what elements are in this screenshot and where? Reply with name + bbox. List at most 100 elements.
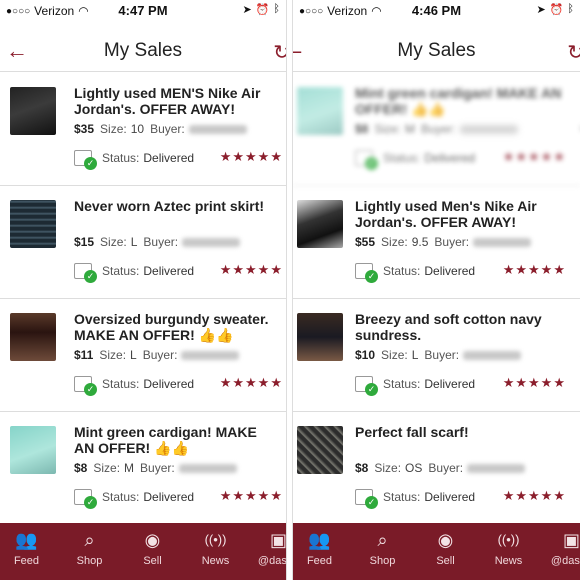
check-icon: ✓ <box>365 383 378 396</box>
rating-stars: ★★★★★ <box>219 488 283 503</box>
location-icon: ➤ <box>242 4 252 16</box>
item-price: $8 <box>355 122 369 136</box>
sale-list-item[interactable]: Perfect fall scarf! $8 Size: OS Buyer: ✓ Statu… <box>293 412 580 525</box>
item-photo[interactable] <box>297 200 343 248</box>
sale-list-item[interactable]: Breezy and soft cotton navy sundress. $10… <box>293 299 580 412</box>
buyer-name-redacted <box>467 464 526 474</box>
status-value: Delivered <box>143 264 195 278</box>
buyer-label: Buyer: <box>421 122 456 136</box>
buyer-label: Buyer: <box>428 461 464 475</box>
buyer-name-redacted <box>181 351 240 361</box>
tab-label: Sell <box>436 555 455 567</box>
right-phone-screen: ●○○○ Verizon ◠ 4:46 PM ➤ ⏰ ᛒ – My Sales … <box>293 0 580 580</box>
nav-bar: – My Sales ↻ <box>293 32 580 72</box>
item-status: ✓ Status: Delivered <box>74 150 195 170</box>
sale-list-item[interactable]: Mint green cardigan! MAKE AN OFFER! 👍👍 $8… <box>293 73 580 186</box>
tab-sell[interactable]: ◉ Sell <box>124 523 181 580</box>
rating-stars: ★★★★★ <box>502 488 566 503</box>
buyer-name-redacted <box>188 125 247 135</box>
item-status: ✓ Status: Delivered <box>355 376 475 396</box>
refresh-icon[interactable]: ↻ <box>273 40 286 65</box>
item-size: L <box>130 348 137 362</box>
sale-list-item[interactable]: Lightly used MEN'S Nike Air Jordan's. OF… <box>0 73 286 186</box>
item-meta: $8 Size: M Buyer: <box>74 461 237 475</box>
item-meta: $10 Size: L Buyer: <box>355 348 522 362</box>
tab-shop[interactable]: ⌕ Shop <box>354 523 411 580</box>
buyer-label: Buyer: <box>143 235 179 249</box>
package-delivered-icon: ✓ <box>74 263 97 283</box>
buyer-label: Buyer: <box>142 348 178 362</box>
check-icon: ✓ <box>365 157 378 170</box>
size-label: Size: <box>374 122 402 136</box>
status-value: Delivered <box>143 151 195 165</box>
item-photo[interactable] <box>10 426 56 474</box>
tab-sell[interactable]: ◉ Sell <box>417 523 474 580</box>
item-status: ✓ Status: Delivered <box>355 489 476 509</box>
tab-label: Shop <box>369 555 396 567</box>
rating-stars: ★★★★★ <box>219 149 283 164</box>
tab-bar: 👥 Feed ⌕ Shop ◉ Sell ((•)) News ▣ @dasbo <box>0 523 286 580</box>
tab-dasbo[interactable]: ▣ @dasbo <box>250 523 286 580</box>
check-icon: ✓ <box>84 496 97 509</box>
item-price: $55 <box>355 235 376 249</box>
item-photo[interactable] <box>10 87 56 135</box>
status-value: Delivered <box>424 151 476 165</box>
tab-label: Sell <box>143 555 162 567</box>
tab-news[interactable]: ((•)) News <box>480 523 537 580</box>
status-value: Delivered <box>424 490 476 504</box>
alarm-icon: ⏰ <box>255 4 270 16</box>
profile-card-icon: ▣ <box>269 530 286 550</box>
item-size: L <box>411 348 419 362</box>
sale-list-item[interactable]: Oversized burgundy sweater. MAKE AN OFFE… <box>0 299 286 412</box>
rating-stars: ★★★★★ <box>219 375 283 390</box>
camera-icon: ◉ <box>437 530 454 550</box>
camera-icon: ◉ <box>144 530 161 550</box>
item-price: $35 <box>74 122 95 136</box>
sale-list-item[interactable]: Mint green cardigan! MAKE AN OFFER! 👍👍 $8… <box>0 412 286 525</box>
rating-stars: ★★★★★ <box>502 375 566 390</box>
item-status: ✓ Status: Delivered <box>74 263 195 283</box>
item-meta: $35 Size: 10 Buyer: <box>74 122 247 136</box>
item-photo[interactable] <box>10 313 56 361</box>
size-label: Size: <box>93 461 121 475</box>
package-delivered-icon: ✓ <box>74 489 97 509</box>
status-label: Status: <box>102 264 140 278</box>
status-bar: ●○○○ Verizon ◠ 4:46 PM ➤ ⏰ ᛒ <box>293 0 580 20</box>
item-meta: $8 Size: M Buyer: <box>355 122 518 136</box>
refresh-icon[interactable]: ↻ <box>567 40 580 65</box>
item-meta: $15 Size: L Buyer: <box>74 235 241 249</box>
sale-list-item[interactable]: Lightly used Men's Nike Air Jordan's. OF… <box>293 186 580 299</box>
item-size: OS <box>405 461 423 475</box>
search-icon: ⌕ <box>377 530 388 550</box>
status-bar: ●○○○ Verizon ◠ 4:47 PM ➤ ⏰ ᛒ <box>0 0 286 20</box>
bluetooth-icon: ᛒ <box>567 3 574 15</box>
item-price: $10 <box>355 348 376 362</box>
tab-shop[interactable]: ⌕ Shop <box>61 523 118 580</box>
size-label: Size: <box>374 461 402 475</box>
package-delivered-icon: ✓ <box>355 376 378 396</box>
package-delivered-icon: ✓ <box>74 376 97 396</box>
item-title: Perfect fall scarf! <box>355 424 469 440</box>
package-delivered-icon: ✓ <box>355 263 378 283</box>
item-price: $8 <box>355 461 369 475</box>
page-title: My Sales <box>397 40 476 61</box>
item-price: $11 <box>74 348 94 362</box>
item-photo[interactable] <box>10 200 56 248</box>
tab-feed[interactable]: 👥 Feed <box>293 523 348 580</box>
tab-feed[interactable]: 👥 Feed <box>0 523 55 580</box>
item-meta: $11 Size: L Buyer: <box>74 348 240 362</box>
item-photo[interactable] <box>297 313 343 361</box>
item-photo[interactable] <box>297 87 343 135</box>
tab-news[interactable]: ((•)) News <box>187 523 244 580</box>
package-delivered-icon: ✓ <box>355 150 378 170</box>
tab-label: Feed <box>13 555 40 567</box>
status-value: Delivered <box>143 490 195 504</box>
buyer-label: Buyer: <box>140 461 175 475</box>
size-label: Size: <box>100 235 127 249</box>
status-label: Status: <box>102 151 140 165</box>
alarm-icon: ⏰ <box>549 4 564 16</box>
item-photo[interactable] <box>297 426 343 474</box>
rating-stars: ★★★★★ <box>219 262 283 277</box>
tab-dasbo[interactable]: ▣ @dasbo <box>543 523 580 580</box>
sale-list-item[interactable]: Never worn Aztec print skirt! $15 Size: L Bu… <box>0 186 286 299</box>
